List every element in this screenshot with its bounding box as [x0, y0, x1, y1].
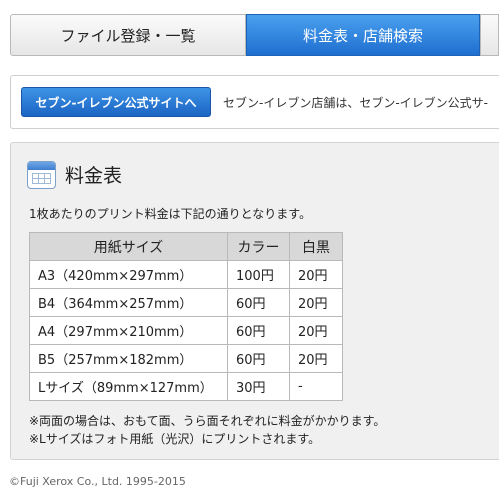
note-duplex: ※両面の場合は、おもて面、うら面それぞれに料金がかかります。	[29, 414, 386, 428]
price-table: 用紙サイズ カラー 白黒 A3（420mm×297mm） 100円 20円 B4…	[29, 232, 343, 401]
table-row: A4（297mm×210mm） 60円 20円	[29, 316, 343, 345]
cell-mono-price: -	[289, 372, 343, 401]
tab-price-store-search-label: 料金表・店舗検索	[302, 26, 423, 45]
cell-color-price: 30円	[227, 372, 290, 401]
copyright: ©Fuji Xerox Co., Ltd. 1995-2015	[9, 475, 186, 488]
cell-color-price: 60円	[227, 316, 290, 345]
header-monochrome: 白黒	[289, 232, 343, 261]
header-color: カラー	[227, 232, 290, 261]
tab-bar: ファイル登録・一覧 料金表・店舗検索	[10, 14, 499, 58]
note-l-size: ※Lサイズはフォト用紙（光沢）にプリントされます。	[29, 432, 321, 446]
seven-eleven-site-button[interactable]: セブン-イレブン公式サイトへ	[21, 87, 211, 117]
panel-description: 1枚あたりのプリント料金は下記の通りとなります。	[29, 207, 312, 221]
tab-overflow[interactable]	[480, 14, 499, 56]
calendar-table-icon	[27, 161, 56, 189]
cell-paper-size: Lサイズ（89mm×127mm）	[29, 372, 228, 401]
table-row: Lサイズ（89mm×127mm） 30円 -	[29, 372, 343, 401]
cell-mono-price: 20円	[289, 288, 343, 317]
header-paper-size: 用紙サイズ	[29, 232, 228, 261]
cell-color-price: 60円	[227, 288, 290, 317]
table-row: B4（364mm×257mm） 60円 20円	[29, 288, 343, 317]
tab-file-list-label: ファイル登録・一覧	[60, 26, 196, 45]
tab-file-list[interactable]: ファイル登録・一覧	[10, 14, 246, 56]
panel-title: 料金表	[65, 165, 123, 187]
table-row: B5（257mm×182mm） 60円 20円	[29, 344, 343, 373]
cell-color-price: 100円	[227, 260, 290, 289]
cell-paper-size: B4（364mm×257mm）	[29, 288, 228, 317]
table-row: A3（420mm×297mm） 100円 20円	[29, 260, 343, 289]
promo-text: セブン-イレブン店舗は、セブン-イレブン公式サ-	[223, 96, 488, 110]
seven-eleven-promo: セブン-イレブン公式サイトへ セブン-イレブン店舗は、セブン-イレブン公式サ-	[10, 75, 499, 129]
price-notes: ※両面の場合は、おもて面、うら面それぞれに料金がかかります。 ※Lサイズはフォト…	[29, 412, 385, 448]
cell-color-price: 60円	[227, 344, 290, 373]
price-panel: 料金表 1枚あたりのプリント料金は下記の通りとなります。 用紙サイズ カラー 白…	[10, 142, 499, 460]
tab-price-store-search[interactable]: 料金表・店舗検索	[246, 14, 480, 56]
cell-mono-price: 20円	[289, 260, 343, 289]
table-header-row: 用紙サイズ カラー 白黒	[29, 232, 343, 261]
cell-mono-price: 20円	[289, 344, 343, 373]
seven-eleven-site-button-label: セブン-イレブン公式サイトへ	[35, 95, 197, 110]
cell-paper-size: A4（297mm×210mm）	[29, 316, 228, 345]
cell-paper-size: A3（420mm×297mm）	[29, 260, 228, 289]
cell-paper-size: B5（257mm×182mm）	[29, 344, 228, 373]
cell-mono-price: 20円	[289, 316, 343, 345]
